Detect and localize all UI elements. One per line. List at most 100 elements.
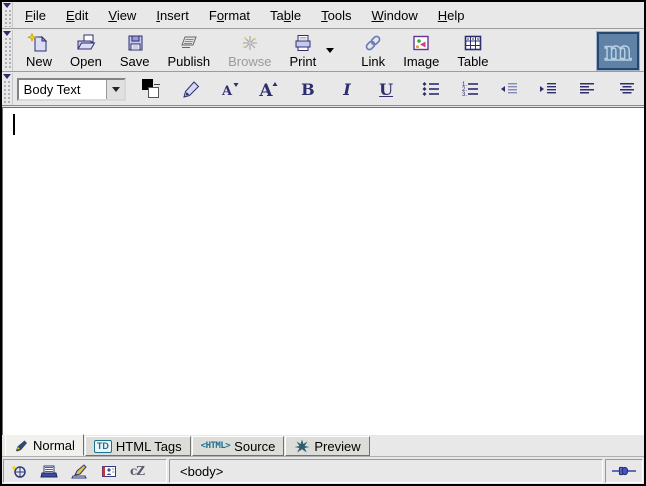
grippy-collapse-arrow bbox=[3, 74, 11, 79]
composer-window: File Edit View Insert Format Table Tools… bbox=[0, 0, 646, 486]
format-toolbar: Body Text A A bbox=[2, 73, 644, 106]
online-status[interactable] bbox=[605, 459, 643, 483]
svg-text:A: A bbox=[258, 81, 273, 99]
decrease-font-icon: A bbox=[218, 79, 242, 99]
new-page-icon bbox=[27, 33, 51, 53]
component-bar: cZ bbox=[3, 459, 167, 483]
navigator-button[interactable] bbox=[10, 464, 28, 479]
image-icon bbox=[409, 33, 433, 53]
color-picker-dash bbox=[154, 84, 160, 85]
align-center-icon bbox=[617, 80, 637, 98]
outdent-button[interactable] bbox=[496, 76, 523, 102]
background-color-swatch bbox=[148, 87, 159, 98]
tab-source[interactable]: <HTML> Source bbox=[192, 436, 285, 456]
tab-html-tags[interactable]: TD HTML Tags bbox=[85, 436, 191, 456]
html-tags-td-icon: TD bbox=[94, 440, 112, 453]
composer-pen-icon bbox=[70, 464, 88, 479]
browse-icon bbox=[238, 33, 262, 53]
align-left-icon bbox=[577, 80, 597, 98]
indent-button[interactable] bbox=[535, 76, 562, 102]
italic-button[interactable]: I bbox=[333, 76, 360, 102]
bullet-list-button[interactable] bbox=[418, 76, 445, 102]
align-left-button[interactable] bbox=[574, 76, 601, 102]
tab-normal[interactable]: Normal bbox=[5, 434, 84, 456]
structure-toolbar: <body> bbox=[169, 459, 603, 483]
menu-tools[interactable]: Tools bbox=[313, 4, 359, 27]
edit-canvas[interactable] bbox=[2, 107, 644, 435]
mail-icon bbox=[40, 464, 58, 479]
new-button[interactable]: New bbox=[19, 32, 59, 70]
publish-button[interactable]: Publish bbox=[160, 32, 217, 70]
edit-mode-tabstrip: Normal TD HTML Tags <HTML> Source Previe… bbox=[2, 435, 644, 457]
numbered-list-icon: 1.2.3. bbox=[459, 80, 481, 98]
italic-icon: I bbox=[343, 80, 350, 99]
mozilla-throbber-icon[interactable]: m bbox=[597, 32, 639, 70]
paragraph-format-select[interactable]: Body Text bbox=[17, 78, 126, 101]
bold-button[interactable]: B bbox=[294, 76, 321, 102]
chatzilla-button[interactable]: cZ bbox=[130, 464, 144, 478]
menu-window[interactable]: Window bbox=[364, 4, 426, 27]
link-icon bbox=[361, 33, 385, 53]
preview-star-icon bbox=[294, 439, 310, 453]
text-caret bbox=[13, 114, 15, 135]
menu-bar: File Edit View Insert Format Table Tools… bbox=[2, 2, 644, 29]
publish-icon bbox=[177, 33, 201, 53]
composer-button[interactable] bbox=[70, 464, 88, 479]
browse-button[interactable]: Browse bbox=[221, 32, 278, 70]
menu-help[interactable]: Help bbox=[430, 4, 473, 27]
menubar-grippy[interactable] bbox=[2, 2, 13, 28]
underline-icon: U bbox=[379, 80, 393, 99]
svg-text:3.: 3. bbox=[462, 92, 467, 98]
chevron-down-icon bbox=[112, 87, 120, 92]
grippy-texture bbox=[3, 80, 10, 104]
mail-button[interactable] bbox=[40, 464, 58, 479]
status-bar: cZ <body> bbox=[2, 458, 644, 484]
highlight-color-button[interactable] bbox=[177, 76, 204, 102]
save-floppy-icon bbox=[123, 33, 147, 53]
combo-dropdown-button[interactable] bbox=[106, 80, 124, 99]
table-icon bbox=[461, 33, 485, 53]
grippy-texture bbox=[4, 37, 11, 70]
main-toolbar: New Open Save bbox=[2, 30, 644, 72]
print-menu-arrow[interactable] bbox=[326, 48, 334, 53]
menu-table[interactable]: Table bbox=[262, 4, 309, 27]
menu-edit[interactable]: Edit bbox=[58, 4, 96, 27]
grippy-collapse-arrow bbox=[3, 31, 11, 36]
text-color-button[interactable] bbox=[138, 76, 165, 102]
print-button[interactable]: Print bbox=[282, 32, 323, 70]
indent-icon bbox=[537, 80, 559, 98]
html-source-icon: <HTML> bbox=[201, 441, 231, 451]
open-folder-icon bbox=[74, 33, 98, 53]
outdent-icon bbox=[498, 80, 520, 98]
open-button[interactable]: Open bbox=[63, 32, 109, 70]
bullet-list-icon bbox=[420, 80, 442, 98]
save-button[interactable]: Save bbox=[113, 32, 157, 70]
normal-pen-icon bbox=[14, 439, 29, 452]
table-button[interactable]: Table bbox=[450, 32, 495, 70]
text-color-picker bbox=[141, 78, 163, 100]
address-book-button[interactable] bbox=[100, 464, 118, 479]
menu-format[interactable]: Format bbox=[201, 4, 258, 27]
bold-icon: B bbox=[301, 80, 315, 99]
online-plug-icon bbox=[612, 464, 636, 478]
formatbar-grippy[interactable] bbox=[2, 73, 13, 105]
align-center-button[interactable] bbox=[613, 76, 640, 102]
numbered-list-button[interactable]: 1.2.3. bbox=[457, 76, 484, 102]
body-tag-button[interactable]: <body> bbox=[176, 463, 227, 480]
address-book-icon bbox=[100, 464, 118, 479]
grippy-texture bbox=[4, 9, 11, 27]
menu-insert[interactable]: Insert bbox=[148, 4, 197, 27]
image-button[interactable]: Image bbox=[396, 32, 446, 70]
menu-view[interactable]: View bbox=[100, 4, 144, 27]
increase-font-icon: A bbox=[257, 79, 281, 99]
increase-font-button[interactable]: A bbox=[255, 76, 282, 102]
menu-file[interactable]: File bbox=[17, 4, 54, 27]
toolbar-grippy[interactable] bbox=[2, 30, 13, 71]
decrease-font-button[interactable]: A bbox=[216, 76, 243, 102]
chatzilla-icon: cZ bbox=[130, 464, 144, 478]
grippy-collapse-arrow bbox=[3, 3, 11, 8]
link-button[interactable]: Link bbox=[354, 32, 392, 70]
underline-button[interactable]: U bbox=[373, 76, 400, 102]
svg-text:A: A bbox=[221, 84, 233, 99]
tab-preview[interactable]: Preview bbox=[285, 436, 369, 456]
